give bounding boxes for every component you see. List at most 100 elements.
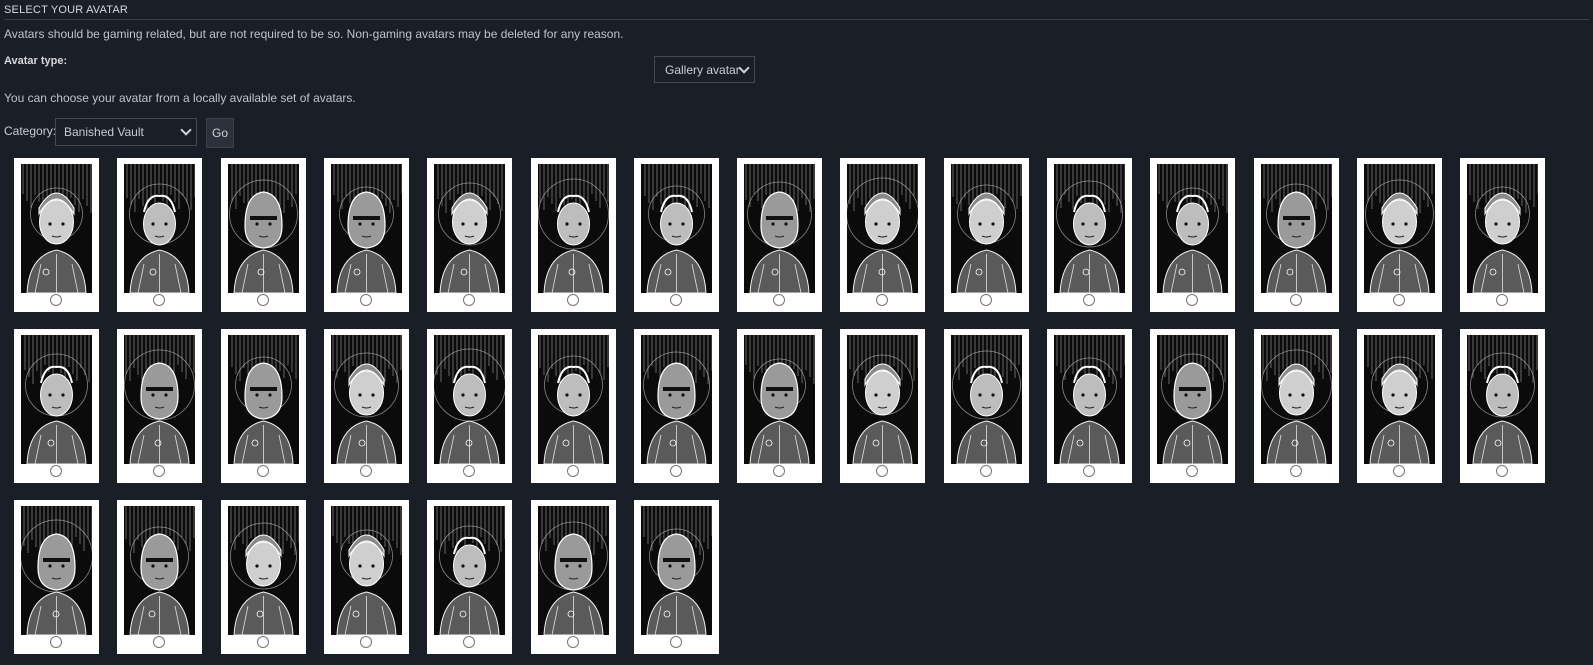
avatar-option[interactable] <box>221 158 306 312</box>
avatar-option[interactable] <box>1460 329 1545 483</box>
avatar-option[interactable] <box>427 329 512 483</box>
radio-icon[interactable] <box>773 294 785 306</box>
portrait-icon <box>744 335 815 464</box>
portrait-icon <box>331 164 402 293</box>
avatar-option[interactable] <box>531 500 616 654</box>
portrait-icon <box>538 335 609 464</box>
avatar-option[interactable] <box>1254 329 1339 483</box>
avatar-option[interactable] <box>944 158 1029 312</box>
radio-icon[interactable] <box>670 294 682 306</box>
avatar-option[interactable] <box>1047 329 1132 483</box>
radio-icon[interactable] <box>153 465 165 477</box>
avatar-option[interactable] <box>14 500 99 654</box>
avatar-option[interactable] <box>117 500 202 654</box>
radio-icon[interactable] <box>1186 465 1198 477</box>
radio-icon[interactable] <box>1186 294 1198 306</box>
portrait-icon <box>641 164 712 293</box>
avatar-policy-text: Avatars should be gaming related, but ar… <box>4 27 624 41</box>
avatar-option[interactable] <box>1460 158 1545 312</box>
avatar-option[interactable] <box>737 158 822 312</box>
avatar-option[interactable] <box>14 158 99 312</box>
radio-icon[interactable] <box>463 294 475 306</box>
radio-icon[interactable] <box>1496 465 1508 477</box>
avatar-option[interactable] <box>117 329 202 483</box>
avatar-option[interactable] <box>531 329 616 483</box>
radio-icon[interactable] <box>257 465 269 477</box>
avatar-option[interactable] <box>324 500 409 654</box>
radio-icon[interactable] <box>1083 294 1095 306</box>
local-avatars-info: You can choose your avatar from a locall… <box>4 91 356 105</box>
avatar-option[interactable] <box>840 158 925 312</box>
radio-icon[interactable] <box>1393 465 1405 477</box>
portrait-icon <box>331 335 402 464</box>
avatar-option[interactable] <box>1047 158 1132 312</box>
portrait-icon <box>847 335 918 464</box>
radio-icon[interactable] <box>567 294 579 306</box>
avatar-option[interactable] <box>427 158 512 312</box>
radio-icon[interactable] <box>257 294 269 306</box>
avatar-option[interactable] <box>840 329 925 483</box>
radio-icon[interactable] <box>567 465 579 477</box>
radio-icon[interactable] <box>50 636 62 648</box>
portrait-icon <box>1157 335 1228 464</box>
radio-icon[interactable] <box>360 294 372 306</box>
radio-icon[interactable] <box>567 636 579 648</box>
avatar-option[interactable] <box>1150 158 1235 312</box>
radio-icon[interactable] <box>1290 465 1302 477</box>
page-title: SELECT YOUR AVATAR <box>4 4 1589 20</box>
radio-icon[interactable] <box>980 465 992 477</box>
radio-icon[interactable] <box>463 465 475 477</box>
radio-icon[interactable] <box>773 465 785 477</box>
avatar-option[interactable] <box>634 329 719 483</box>
radio-icon[interactable] <box>360 636 372 648</box>
avatar-type-select[interactable]: Gallery avatar <box>654 56 755 83</box>
radio-icon[interactable] <box>463 636 475 648</box>
avatar-option[interactable] <box>944 329 1029 483</box>
radio-icon[interactable] <box>670 636 682 648</box>
radio-icon[interactable] <box>876 294 888 306</box>
radio-icon[interactable] <box>876 465 888 477</box>
radio-icon[interactable] <box>50 465 62 477</box>
avatar-option[interactable] <box>427 500 512 654</box>
portrait-icon <box>641 506 712 635</box>
radio-icon[interactable] <box>153 294 165 306</box>
portrait-icon <box>1364 335 1435 464</box>
portrait-icon <box>434 335 505 464</box>
portrait-icon <box>21 506 92 635</box>
portrait-icon <box>1261 164 1332 293</box>
radio-icon[interactable] <box>153 636 165 648</box>
portrait-icon <box>538 506 609 635</box>
avatar-option[interactable] <box>221 500 306 654</box>
avatar-option[interactable] <box>221 329 306 483</box>
avatar-type-label: Avatar type: <box>4 55 68 67</box>
avatar-option[interactable] <box>1254 158 1339 312</box>
radio-icon[interactable] <box>50 294 62 306</box>
avatar-option[interactable] <box>1357 158 1442 312</box>
radio-icon[interactable] <box>1290 294 1302 306</box>
avatar-option[interactable] <box>117 158 202 312</box>
avatar-option[interactable] <box>324 158 409 312</box>
portrait-icon <box>331 506 402 635</box>
radio-icon[interactable] <box>1393 294 1405 306</box>
avatar-option[interactable] <box>1150 329 1235 483</box>
radio-icon[interactable] <box>1083 465 1095 477</box>
portrait-icon <box>21 335 92 464</box>
avatar-option[interactable] <box>1357 329 1442 483</box>
go-button[interactable]: Go <box>206 118 234 148</box>
portrait-icon <box>434 506 505 635</box>
avatar-option[interactable] <box>324 329 409 483</box>
avatar-option[interactable] <box>737 329 822 483</box>
radio-icon[interactable] <box>1496 294 1508 306</box>
portrait-icon <box>951 335 1022 464</box>
category-select[interactable]: Banished Vault <box>55 118 197 146</box>
avatar-option[interactable] <box>634 500 719 654</box>
radio-icon[interactable] <box>360 465 372 477</box>
avatar-option[interactable] <box>531 158 616 312</box>
avatar-option[interactable] <box>634 158 719 312</box>
portrait-icon <box>228 506 299 635</box>
radio-icon[interactable] <box>670 465 682 477</box>
radio-icon[interactable] <box>980 294 992 306</box>
avatar-option[interactable] <box>14 329 99 483</box>
portrait-icon <box>21 164 92 293</box>
radio-icon[interactable] <box>257 636 269 648</box>
